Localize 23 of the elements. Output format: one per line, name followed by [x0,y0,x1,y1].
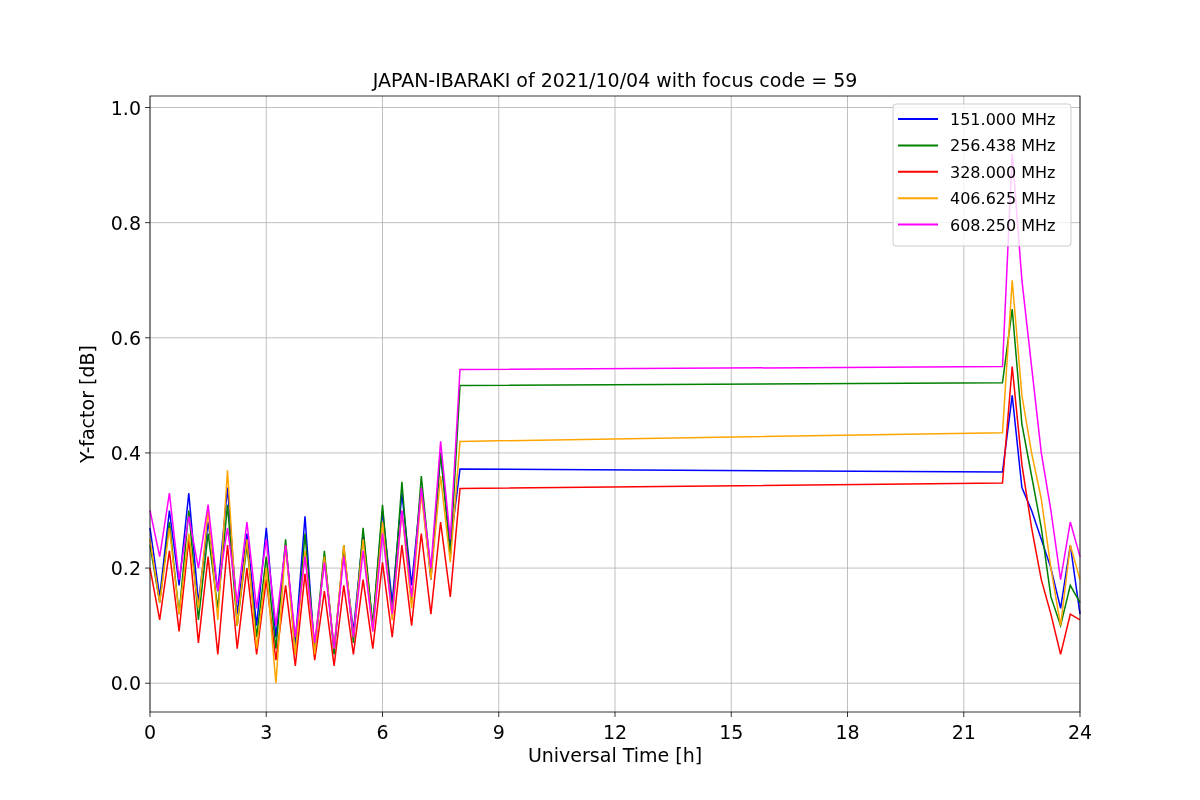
tick-label: 24 [1067,721,1093,743]
tick-label: 0.6 [110,326,141,349]
tick-label: 18 [835,721,860,743]
tick-label: 0.8 [110,211,141,234]
tick-label: 9 [492,721,505,743]
tick-label: 21 [951,721,976,743]
legend-label: 151.000 MHz [950,110,1056,129]
tick-label: 1.0 [110,96,141,119]
tick-label: 0.0 [110,672,141,695]
tick-label: 12 [602,721,628,743]
tick-label: 15 [719,721,744,743]
legend-label: 608.250 MHz [950,215,1056,235]
tick-label: 6 [376,721,389,743]
tick-label: 3 [260,721,273,743]
legend-label: 328.000 MHz [950,162,1056,182]
legend-label: 406.625 MHz [950,189,1056,209]
tick-label: 0.2 [110,557,141,580]
tick-label: 0.4 [110,441,141,464]
tick-label: 0 [143,721,157,743]
y-axis-label: Y-factor [dB] [76,345,98,463]
legend-label: 256.438 MHz [950,136,1056,156]
x-axis-label: Universal Time [h] [527,744,703,766]
plot-title: JAPAN-IBARAKI of 2021/10/04 with focus code = 59 [372,69,858,91]
